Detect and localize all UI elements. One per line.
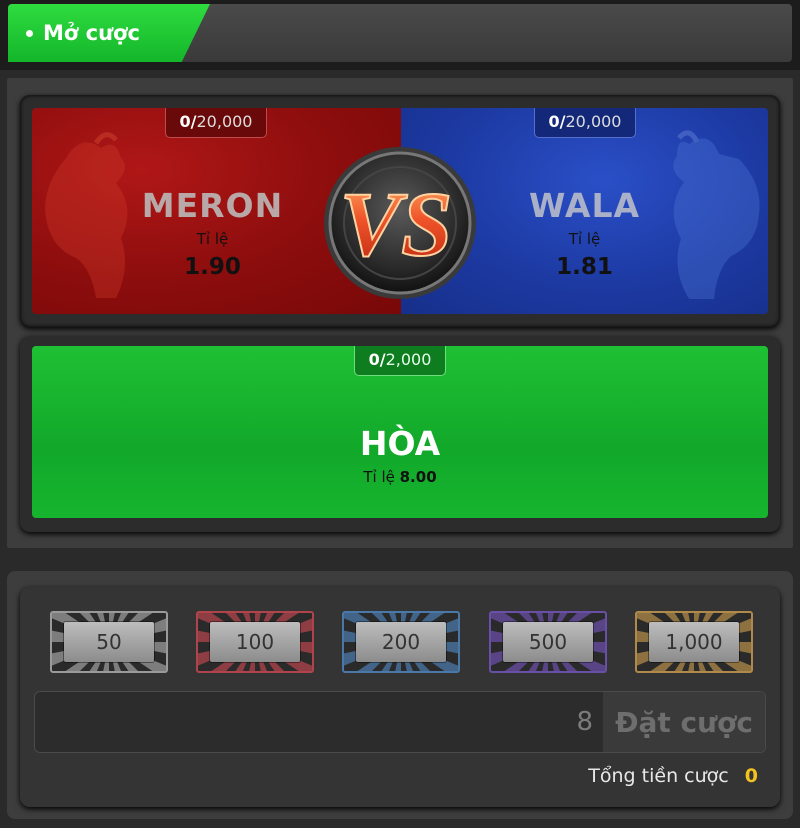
chip-label: 100 bbox=[210, 622, 300, 662]
total-bet-row: Tổng tiền cược 0 bbox=[588, 765, 758, 787]
vs-badge-icon: VS bbox=[324, 147, 476, 299]
chip-3[interactable]: 500 bbox=[489, 611, 607, 673]
total-bet-value: 0 bbox=[744, 765, 758, 787]
chip-4[interactable]: 1,000 bbox=[635, 611, 753, 673]
meron-limit-badge: 0/20,000 bbox=[165, 108, 267, 138]
chip-label: 200 bbox=[356, 622, 446, 662]
draw-limit-badge: 0/2,000 bbox=[354, 346, 446, 376]
betting-status-tab: Mở cược bbox=[8, 4, 210, 62]
wala-limit-badge: 0/20,000 bbox=[534, 108, 636, 138]
draw-panel: 0/2,000 HÒA Tỉ lệ 8.00 bbox=[20, 336, 780, 532]
draw-name: HÒA bbox=[359, 424, 441, 463]
chip-2[interactable]: 200 bbox=[342, 611, 460, 673]
bet-controls: 50 100 200 500 1,000 Đặt cược Tổng tiền cược… bbox=[7, 571, 793, 819]
bet-amount-input[interactable] bbox=[35, 692, 605, 752]
status-dot-icon bbox=[26, 29, 33, 37]
chip-label: 50 bbox=[64, 622, 154, 662]
place-bet-button[interactable]: Đặt cược bbox=[603, 692, 765, 752]
draw-bet-area[interactable]: 0/2,000 HÒA Tỉ lệ 8.00 bbox=[32, 346, 768, 518]
header: Mở cược bbox=[0, 0, 800, 70]
vs-panel: 0/20,000 MERON Tỉ lệ 1.90 0/20,000 WALA … bbox=[20, 95, 780, 327]
draw-ratio: 8.00 bbox=[399, 468, 437, 486]
bet-controls-inner: 50 100 200 500 1,000 Đặt cược Tổng tiền cược… bbox=[20, 587, 780, 807]
betting-board: 0/20,000 MERON Tỉ lệ 1.90 0/20,000 WALA … bbox=[7, 78, 793, 548]
bet-row: Đặt cược bbox=[34, 691, 766, 753]
draw-ratio-label: Tỉ lệ bbox=[363, 468, 395, 486]
status-label: Mở cược bbox=[43, 21, 140, 45]
chip-label: 1,000 bbox=[649, 622, 739, 662]
draw-ratio-row: Tỉ lệ 8.00 bbox=[32, 468, 768, 486]
total-bet-label: Tổng tiền cược bbox=[588, 765, 729, 787]
vs-text: VS bbox=[340, 173, 453, 275]
chip-1[interactable]: 100 bbox=[196, 611, 314, 673]
chip-label: 500 bbox=[503, 622, 593, 662]
chip-0[interactable]: 50 bbox=[50, 611, 168, 673]
